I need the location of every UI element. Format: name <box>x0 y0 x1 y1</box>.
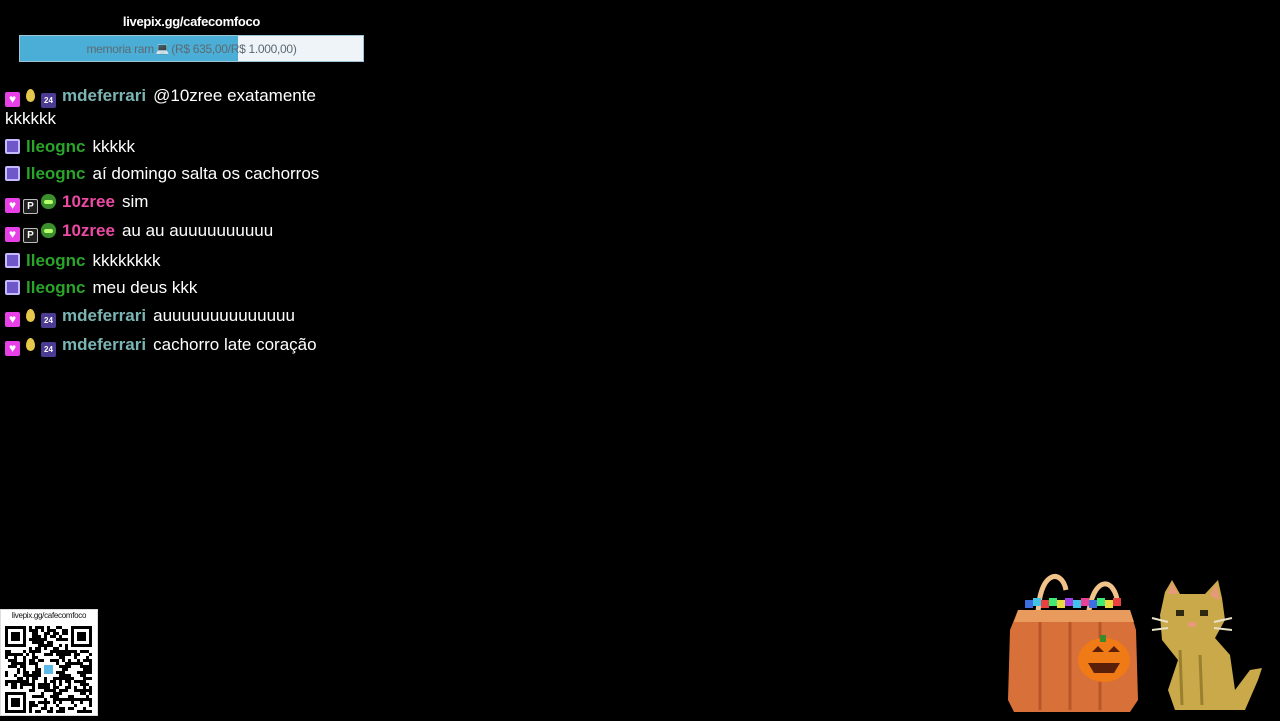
pixel-badge-icon <box>5 252 20 268</box>
sub-24-badge-icon <box>41 342 56 357</box>
bot-badge-icon <box>41 223 56 238</box>
chat-message-text: auuuuuuuuuuuuuu <box>153 305 295 325</box>
goal-target: R$ 1.000,00 <box>230 41 293 56</box>
pumpkin-candy-bucket-icon <box>1008 574 1138 712</box>
drop-badge-icon <box>23 88 38 103</box>
chat-overlay: mdeferrari@10zree exatamente kkkkkk lleog… <box>5 85 360 364</box>
chat-username: mdeferrari <box>62 86 147 105</box>
chat-username: lleognc <box>26 250 86 270</box>
chat-username: mdeferrari <box>62 335 147 354</box>
goal-amount-close: ) <box>292 41 297 56</box>
heart-badge-icon <box>5 341 20 356</box>
prime-badge-icon <box>23 198 38 214</box>
chat-message-text: kkkkkkkk <box>92 250 161 270</box>
halloween-decoration <box>1008 574 1262 712</box>
chat-message: mdeferrari auuuuuuuuuuuuuu <box>5 305 360 328</box>
chat-message-text: kkkkk <box>92 136 136 156</box>
laptop-icon: 💻 <box>155 43 170 55</box>
bot-badge-icon <box>41 193 56 209</box>
pixel-badge-icon <box>5 138 20 154</box>
chat-username: lleognc <box>26 136 86 156</box>
drop-badge-icon <box>23 308 38 323</box>
chat-message: lleognc kkkkkkkk <box>5 250 360 271</box>
prime-badge-icon <box>23 228 38 243</box>
chat-message-text: sim <box>121 191 149 211</box>
chat-message-text: meu deus kkk <box>92 278 198 297</box>
chat-message-text: au au auuuuuuuuuu <box>121 221 274 240</box>
chat-username: mdeferrari <box>62 305 147 325</box>
heart-badge-icon <box>5 311 20 327</box>
sub-24-badge-icon <box>41 312 56 328</box>
chat-username: lleognc <box>26 278 86 297</box>
goal-title: memoria ram <box>86 41 154 56</box>
goal-url: livepix.gg/cafecomfoco <box>122 14 261 29</box>
chat-username: 10zree <box>62 191 115 211</box>
chat-message-text: cachorro late coração <box>153 335 317 354</box>
chat-message-text: aí domingo salta os cachorros <box>92 164 320 183</box>
drop-badge-icon <box>23 337 38 352</box>
chat-message: 10zree au au auuuuuuuuuu <box>5 220 360 243</box>
chat-message: lleognc aí domingo salta os cachorros <box>5 163 360 184</box>
chat-message: lleognc meu deus kkk <box>5 277 360 298</box>
qr-code-panel: livepix.gg/cafecomfoco <box>0 609 98 716</box>
chat-message: 10zree sim <box>5 191 360 214</box>
goal-progress-bar: memoria ram 💻 (R$ 635,00/R$ 1.000,00) <box>19 35 364 62</box>
chat-message: mdeferrari@10zree exatamente kkkkkk <box>5 85 360 129</box>
pixel-badge-icon <box>5 166 20 181</box>
heart-badge-icon <box>5 92 20 107</box>
goal-current: R$ 635,00 <box>174 41 228 56</box>
qr-label: livepix.gg/cafecomfoco <box>11 611 87 620</box>
chat-username: 10zree <box>62 221 115 240</box>
heart-badge-icon <box>5 197 20 213</box>
sub-24-badge-icon <box>41 93 56 108</box>
chat-username: lleognc <box>26 164 86 183</box>
qr-code-icon <box>5 626 92 713</box>
pixel-badge-icon <box>5 280 20 295</box>
pixel-cat-icon <box>1151 580 1262 710</box>
chat-message: lleognc kkkkk <box>5 136 360 157</box>
heart-badge-icon <box>5 227 20 242</box>
goal-text: memoria ram 💻 (R$ 635,00/R$ 1.000,00) <box>20 36 363 61</box>
chat-message: mdeferrari cachorro late coração <box>5 334 360 357</box>
